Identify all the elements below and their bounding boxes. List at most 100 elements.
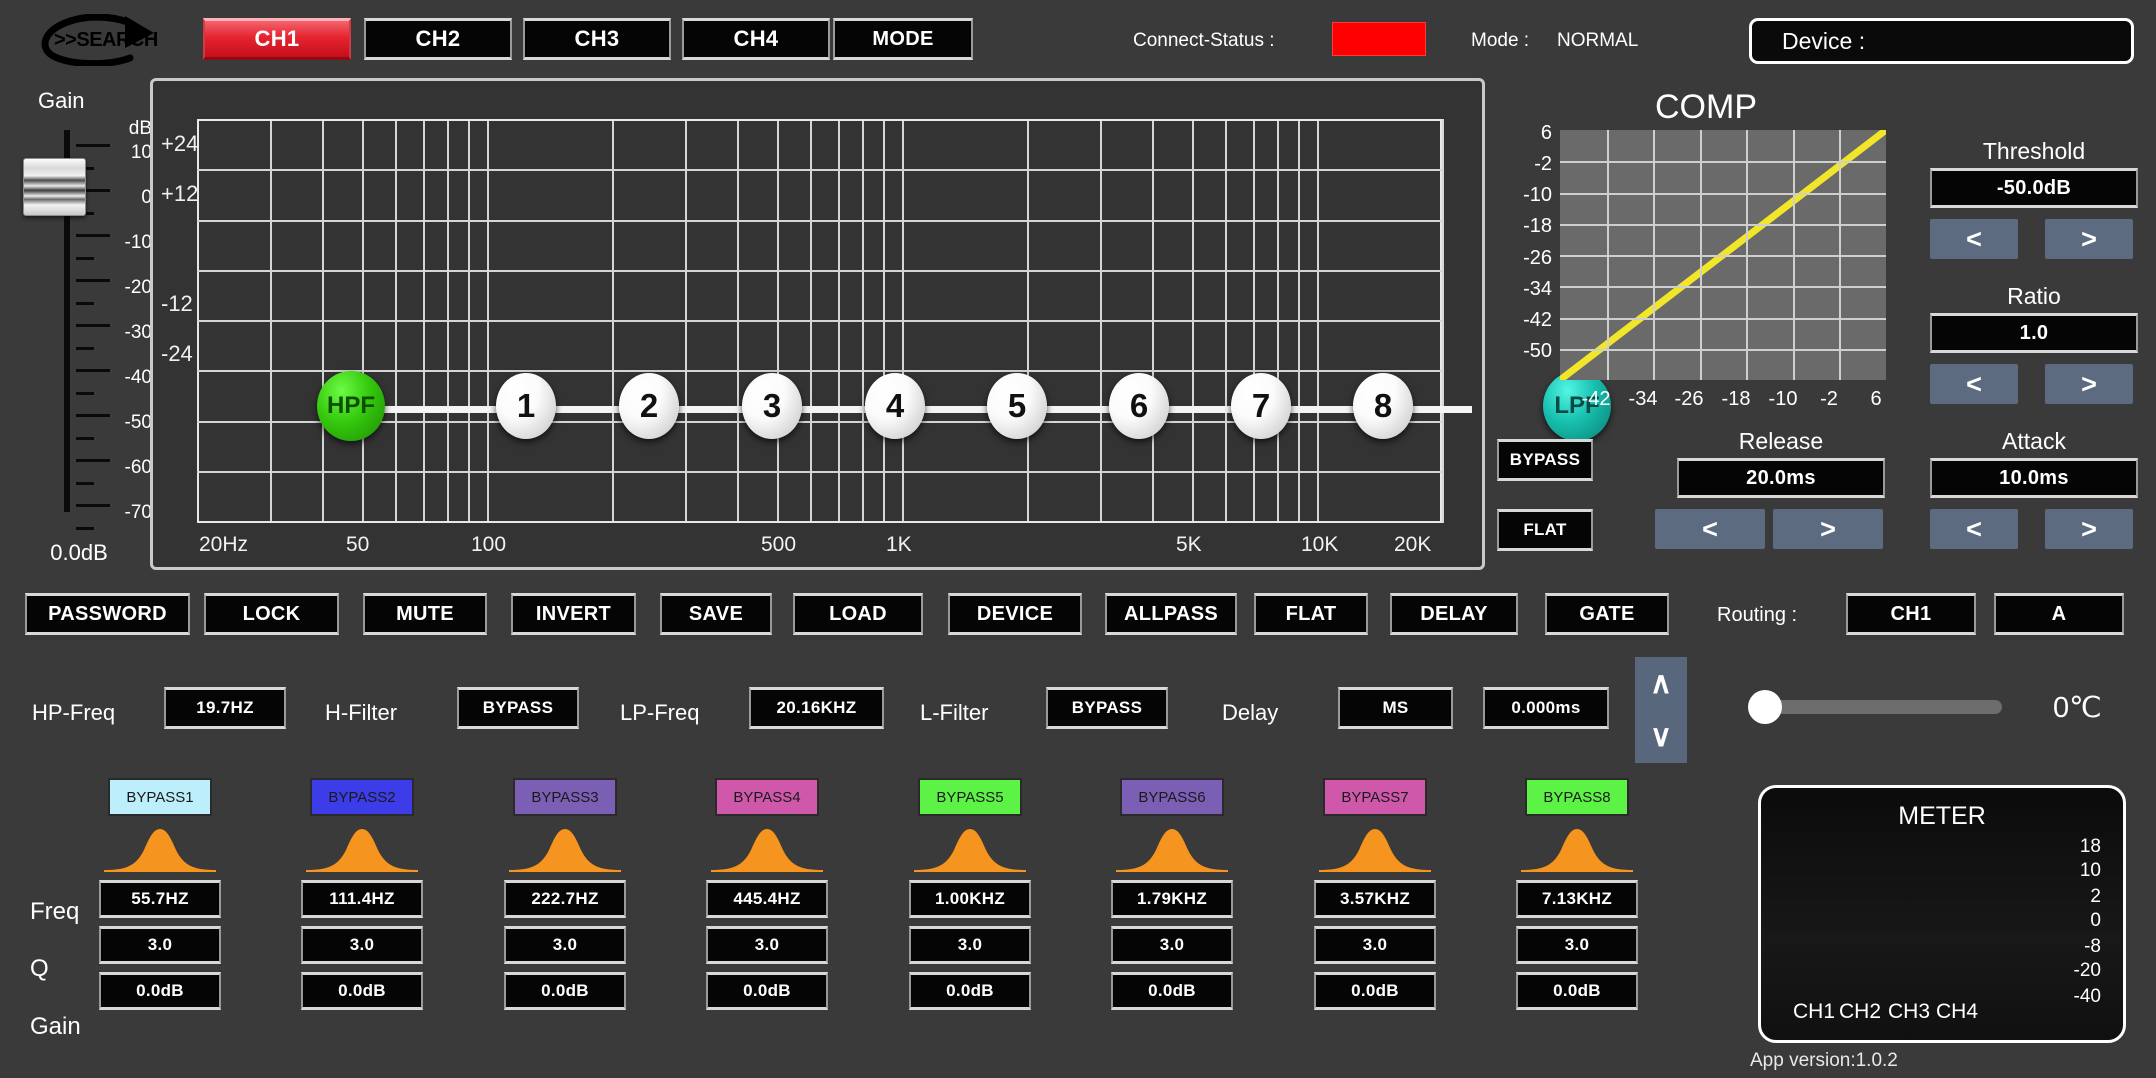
channel-tab-ch2[interactable]: CH2 <box>364 18 512 60</box>
attack-value[interactable]: 10.0ms <box>1930 458 2138 498</box>
mode-button[interactable]: MODE <box>833 18 973 60</box>
eq-band-node-8[interactable]: 8 <box>1353 373 1413 439</box>
function-button-invert[interactable]: INVERT <box>511 593 636 635</box>
chevron-down-icon[interactable]: ∨ <box>1650 721 1672 752</box>
peq-band-bypass-button-4[interactable]: BYPASS4 <box>715 778 819 816</box>
peq-band-bypass-button-6[interactable]: BYPASS6 <box>1120 778 1224 816</box>
l-filter-value[interactable]: BYPASS <box>1046 687 1168 729</box>
comp-curve-plot[interactable] <box>1560 130 1886 380</box>
eq-band-node-2[interactable]: 2 <box>619 373 679 439</box>
comp-y-tick-label: -26 <box>1523 246 1552 269</box>
comp-flat-button[interactable]: FLAT <box>1497 509 1593 551</box>
routing-output-button[interactable]: A <box>1994 593 2124 635</box>
attack-decrement-button[interactable]: < <box>1930 509 2018 549</box>
peq-band-5-freq-value[interactable]: 1.00KHZ <box>909 880 1031 918</box>
peq-band-8-freq-value[interactable]: 7.13KHZ <box>1516 880 1638 918</box>
peq-band-6-gain-value[interactable]: 0.0dB <box>1111 972 1233 1010</box>
lp-freq-value[interactable]: 20.16KHZ <box>749 687 884 729</box>
peq-band-7-freq-value[interactable]: 3.57KHZ <box>1314 880 1436 918</box>
peq-band-bypass-button-5[interactable]: BYPASS5 <box>918 778 1022 816</box>
comp-bypass-button[interactable]: BYPASS <box>1497 439 1593 481</box>
peq-band-5-gain-value[interactable]: 0.0dB <box>909 972 1031 1010</box>
peq-band-bypass-button-2[interactable]: BYPASS2 <box>310 778 414 816</box>
routing-channel-button[interactable]: CH1 <box>1846 593 1976 635</box>
eq-grid-line <box>197 220 1442 222</box>
function-button-password[interactable]: PASSWORD <box>25 593 190 635</box>
function-button-allpass[interactable]: ALLPASS <box>1105 593 1237 635</box>
release-value[interactable]: 20.0ms <box>1677 458 1885 498</box>
peq-band-8-q-value[interactable]: 3.0 <box>1516 926 1638 964</box>
channel-tab-label: CH2 <box>415 26 461 51</box>
temperature-slider-track[interactable] <box>1752 700 2002 714</box>
peq-band-1-gain-value[interactable]: 0.0dB <box>99 972 221 1010</box>
delay-value[interactable]: 0.000ms <box>1483 687 1609 729</box>
search-button[interactable]: >>SEARCH <box>26 14 186 66</box>
ratio-value[interactable]: 1.0 <box>1930 313 2138 353</box>
release-increment-button[interactable]: > <box>1773 509 1883 549</box>
delay-stepper[interactable]: ∧ ∨ <box>1635 657 1687 763</box>
gain-tick-label: -10 <box>124 232 152 253</box>
peq-band-8-gain-value[interactable]: 0.0dB <box>1516 972 1638 1010</box>
peq-band-2-gain-value[interactable]: 0.0dB <box>301 972 423 1010</box>
peq-band-bypass-button-7[interactable]: BYPASS7 <box>1323 778 1427 816</box>
peq-band-bypass-button-1[interactable]: BYPASS1 <box>108 778 212 816</box>
peq-band-5-q-value[interactable]: 3.0 <box>909 926 1031 964</box>
gain-fader-knob[interactable] <box>23 158 86 216</box>
peq-q-row-label: Q <box>30 955 49 982</box>
comp-grid-line <box>1560 349 1886 351</box>
eq-band-node-7[interactable]: 7 <box>1231 373 1291 439</box>
function-button-lock[interactable]: LOCK <box>204 593 339 635</box>
function-button-flat[interactable]: FLAT <box>1254 593 1368 635</box>
peq-band-3-freq-value[interactable]: 222.7HZ <box>504 880 626 918</box>
channel-tab-ch3[interactable]: CH3 <box>523 18 671 60</box>
delay-unit-button[interactable]: MS <box>1338 687 1453 729</box>
eq-band-node-1[interactable]: 1 <box>496 373 556 439</box>
channel-tab-ch4[interactable]: CH4 <box>682 18 830 60</box>
eq-band-node-3[interactable]: 3 <box>742 373 802 439</box>
hp-freq-value[interactable]: 19.7HZ <box>164 687 286 729</box>
eq-y-axis-label: -12 <box>161 291 193 316</box>
function-button-device[interactable]: DEVICE <box>948 593 1082 635</box>
eq-hpf-node[interactable]: HPF <box>317 371 385 441</box>
ratio-increment-button[interactable]: > <box>2045 364 2133 404</box>
h-filter-value[interactable]: BYPASS <box>457 687 579 729</box>
threshold-increment-button[interactable]: > <box>2045 219 2133 259</box>
eq-plot-area[interactable] <box>197 119 1444 523</box>
eq-band-node-6[interactable]: 6 <box>1109 373 1169 439</box>
eq-band-node-4[interactable]: 4 <box>865 373 925 439</box>
peq-band-6-q-value[interactable]: 3.0 <box>1111 926 1233 964</box>
channel-tab-ch1[interactable]: CH1 <box>203 18 351 60</box>
peq-band-4-freq-value[interactable]: 445.4HZ <box>706 880 828 918</box>
function-button-load[interactable]: LOAD <box>793 593 923 635</box>
function-button-save[interactable]: SAVE <box>660 593 772 635</box>
peq-band-3-q-value[interactable]: 3.0 <box>504 926 626 964</box>
ratio-decrement-button[interactable]: < <box>1930 364 2018 404</box>
peq-band-7-gain-value[interactable]: 0.0dB <box>1314 972 1436 1010</box>
threshold-decrement-button[interactable]: < <box>1930 219 2018 259</box>
peq-band-7-q-value[interactable]: 3.0 <box>1314 926 1436 964</box>
temperature-slider-knob[interactable] <box>1748 690 1782 724</box>
peq-band-6-freq-value[interactable]: 1.79KHZ <box>1111 880 1233 918</box>
peq-band-4-gain-value[interactable]: 0.0dB <box>706 972 828 1010</box>
peq-band-3-gain-value[interactable]: 0.0dB <box>504 972 626 1010</box>
peq-band-4-q-value[interactable]: 3.0 <box>706 926 828 964</box>
threshold-value[interactable]: -50.0dB <box>1930 168 2138 208</box>
comp-x-tick-label: 6 <box>1870 388 1882 410</box>
device-selector[interactable]: Device : <box>1749 18 2134 64</box>
eq-band-node-5[interactable]: 5 <box>987 373 1047 439</box>
attack-increment-button[interactable]: > <box>2045 509 2133 549</box>
release-decrement-button[interactable]: < <box>1655 509 1765 549</box>
meter-scale-label: 18 <box>2079 836 2101 857</box>
peq-band-1-freq-value[interactable]: 55.7HZ <box>99 880 221 918</box>
gain-tick-label: -50 <box>124 412 152 433</box>
eq-graph-panel[interactable]: +24 +12 -12 -24 20Hz 50 100 500 1K 5K 10K 20K HPF LPF… <box>150 78 1611 570</box>
peq-band-2-freq-value[interactable]: 111.4HZ <box>301 880 423 918</box>
function-button-gate[interactable]: GATE <box>1545 593 1669 635</box>
peq-band-bypass-button-3[interactable]: BYPASS3 <box>513 778 617 816</box>
function-button-delay[interactable]: DELAY <box>1390 593 1518 635</box>
function-button-mute[interactable]: MUTE <box>363 593 487 635</box>
chevron-up-icon[interactable]: ∧ <box>1650 668 1672 699</box>
peq-band-2-q-value[interactable]: 3.0 <box>301 926 423 964</box>
peq-band-bypass-button-8[interactable]: BYPASS8 <box>1525 778 1629 816</box>
peq-band-1-q-value[interactable]: 3.0 <box>99 926 221 964</box>
